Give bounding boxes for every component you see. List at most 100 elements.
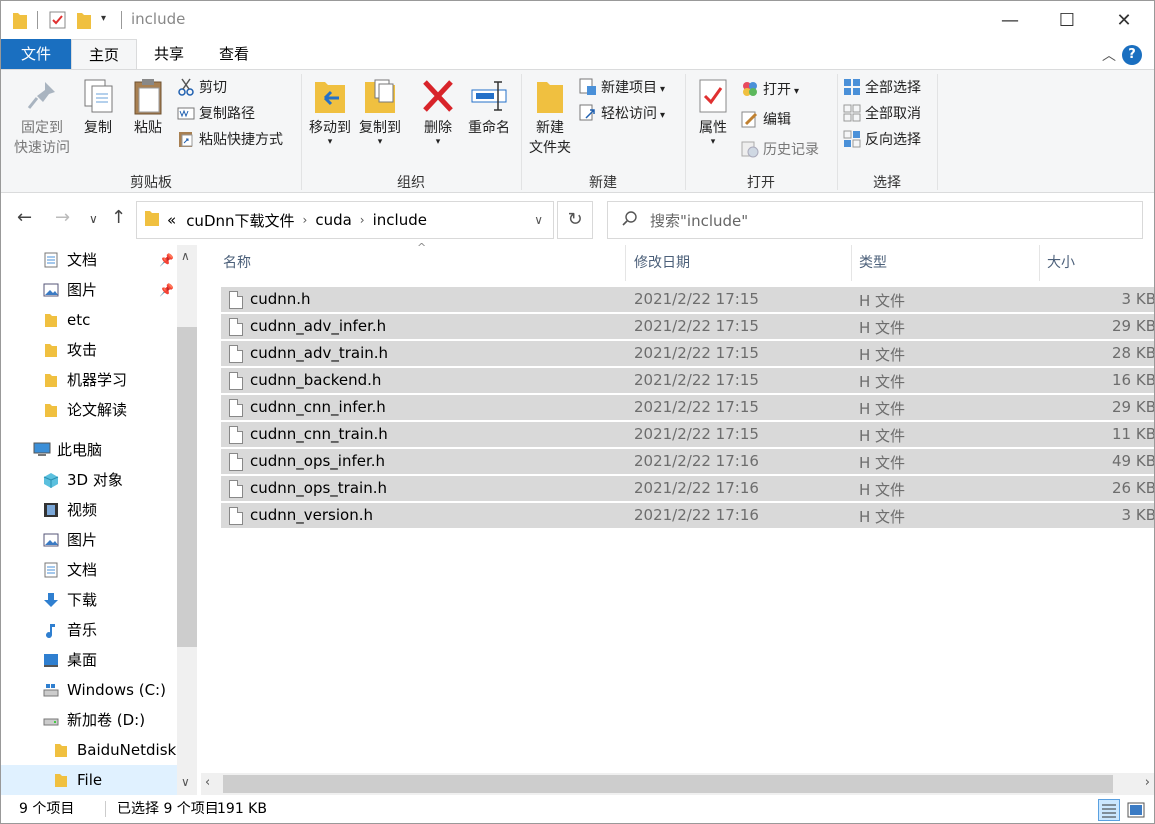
large-icons-view-icon[interactable] — [1125, 799, 1147, 821]
scroll-down-icon[interactable]: ∨ — [181, 775, 190, 789]
scroll-up-icon[interactable]: ∧ — [181, 249, 190, 263]
nav-item-folder[interactable]: File — [53, 765, 102, 795]
pin-quick-access-button[interactable]: 固定到 快速访问 — [9, 76, 75, 158]
move-to-button[interactable]: 移动到 ▾ — [305, 76, 355, 147]
easy-access-button[interactable]: 轻松访问 ▾ — [579, 102, 665, 126]
paste-button[interactable]: 粘贴 — [127, 76, 169, 138]
nav-item-documents[interactable]: 文档 — [43, 245, 97, 275]
rename-button[interactable]: 重命名 — [465, 76, 513, 138]
table-row[interactable]: cudnn_version.h 2021/2/22 17:16 H 文件 3 KB — [221, 503, 1154, 529]
history-button[interactable]: 历史记录 — [741, 138, 819, 162]
table-row[interactable]: cudnn.h 2021/2/22 17:15 H 文件 3 KB — [221, 287, 1154, 313]
paste-shortcut-button[interactable]: 粘贴快捷方式 — [177, 128, 283, 152]
nav-item-pictures[interactable]: 图片 — [43, 525, 97, 555]
search-input[interactable]: 搜索"include" — [650, 210, 748, 231]
scroll-right-icon[interactable]: › — [1145, 775, 1150, 790]
details-view-icon[interactable] — [1098, 799, 1120, 821]
column-header-date[interactable]: 修改日期 — [634, 245, 690, 281]
search-box[interactable]: 搜索"include" — [607, 201, 1143, 239]
nav-scrollbar[interactable]: ∧ ∨ — [177, 245, 197, 795]
column-header-size[interactable]: 大小 — [1047, 245, 1075, 281]
delete-button[interactable]: 删除 ▾ — [419, 76, 457, 147]
downloads-icon — [43, 588, 61, 607]
nav-item-desktop[interactable]: 桌面 — [43, 645, 97, 675]
nav-item-3d-objects[interactable]: 3D 对象 — [43, 465, 123, 495]
table-row[interactable]: cudnn_ops_train.h 2021/2/22 17:16 H 文件 26 K… — [221, 476, 1154, 502]
collapse-ribbon-icon[interactable]: ︿ — [1102, 45, 1116, 65]
breadcrumb-item[interactable]: cuda — [315, 211, 351, 229]
breadcrumb-chevron-icon[interactable]: › — [360, 213, 365, 227]
nav-item-folder[interactable]: BaiduNetdiskI — [53, 735, 181, 765]
horizontal-scrollbar[interactable]: ‹ › — [201, 773, 1154, 795]
open-button[interactable]: 打开 ▾ — [741, 78, 799, 102]
navigation-bar: ← → ∨ ↑ « cuDnn下载文件 › cuda › include ∨ ↻… — [1, 193, 1154, 245]
nav-item-videos[interactable]: 视频 — [43, 495, 97, 525]
table-row[interactable]: cudnn_backend.h 2021/2/22 17:15 H 文件 16 KB — [221, 368, 1154, 394]
new-folder-quick-icon[interactable] — [77, 11, 91, 33]
edit-button[interactable]: 编辑 — [741, 108, 791, 132]
nav-item-folder[interactable]: etc — [43, 305, 90, 335]
status-selection: 已选择 9 个项目 — [117, 801, 219, 817]
tab-file[interactable]: 文件 — [1, 39, 71, 69]
table-row[interactable]: cudnn_adv_train.h 2021/2/22 17:15 H 文件 28 K… — [221, 341, 1154, 367]
copy-path-icon — [177, 104, 195, 122]
nav-item-folder[interactable]: 攻击 — [43, 335, 97, 365]
folder-icon — [13, 11, 27, 33]
quick-access-dropdown-icon[interactable]: ▾ — [101, 13, 106, 24]
back-arrow-icon[interactable]: ← — [17, 207, 32, 228]
up-arrow-icon[interactable]: ↑ — [111, 207, 126, 228]
copy-path-button[interactable]: 复制路径 — [177, 102, 255, 126]
address-bar[interactable]: « cuDnn下载文件 › cuda › include ∨ — [136, 201, 554, 239]
tab-home[interactable]: 主页 — [71, 39, 137, 69]
tab-share[interactable]: 共享 — [137, 39, 201, 69]
invert-selection-button[interactable]: 反向选择 — [843, 128, 921, 152]
nav-item-drive-d[interactable]: 新加卷 (D:) — [43, 705, 145, 735]
file-icon — [229, 480, 243, 498]
copy-button[interactable]: 复制 — [77, 76, 119, 138]
documents-icon — [43, 558, 61, 578]
table-row[interactable]: cudnn_adv_infer.h 2021/2/22 17:15 H 文件 29 K… — [221, 314, 1154, 340]
nav-item-downloads[interactable]: 下载 — [43, 585, 97, 615]
breadcrumb-overflow[interactable]: « — [167, 211, 176, 229]
new-folder-button[interactable]: 新建 文件夹 — [525, 76, 575, 158]
horizontal-scrollbar-thumb[interactable] — [223, 775, 1113, 793]
nav-scrollbar-thumb[interactable] — [177, 327, 197, 647]
minimize-button[interactable]: — — [981, 1, 1039, 39]
recent-locations-chevron-icon[interactable]: ∨ — [89, 212, 98, 226]
tab-view[interactable]: 查看 — [201, 39, 267, 69]
pin-icon[interactable]: 📌 — [159, 253, 174, 267]
select-none-button[interactable]: 全部取消 — [843, 102, 921, 126]
copy-to-dropdown-icon: ▾ — [377, 137, 383, 147]
nav-item-drive-c[interactable]: Windows (C:) — [43, 675, 166, 705]
nav-item-folder[interactable]: 论文解读 — [43, 395, 127, 425]
forward-arrow-icon[interactable]: → — [55, 207, 70, 228]
table-row[interactable]: cudnn_cnn_infer.h 2021/2/22 17:15 H 文件 29 K… — [221, 395, 1154, 421]
scroll-left-icon[interactable]: ‹ — [205, 775, 210, 790]
new-item-button[interactable]: 新建项目 ▾ — [579, 76, 665, 100]
copy-to-button[interactable]: 复制到 ▾ — [355, 76, 405, 147]
select-all-button[interactable]: 全部选择 — [843, 76, 921, 100]
copy-icon — [79, 76, 117, 116]
cut-button[interactable]: 剪切 — [177, 76, 227, 100]
close-button[interactable]: ✕ — [1095, 1, 1153, 39]
table-row[interactable]: cudnn_cnn_train.h 2021/2/22 17:15 H 文件 11 K… — [221, 422, 1154, 448]
breadcrumb-item[interactable]: include — [373, 211, 427, 229]
column-header-name[interactable]: 名称 — [223, 245, 251, 281]
maximize-button[interactable]: ☐ — [1038, 1, 1096, 39]
help-icon[interactable]: ? — [1122, 45, 1142, 65]
table-row[interactable]: cudnn_ops_infer.h 2021/2/22 17:16 H 文件 49 K… — [221, 449, 1154, 475]
properties-button[interactable]: 属性 ▾ — [691, 76, 735, 147]
column-header-type[interactable]: 类型 — [859, 245, 887, 281]
folder-icon — [43, 368, 61, 387]
nav-item-documents[interactable]: 文档 — [43, 555, 97, 585]
breadcrumb-item[interactable]: cuDnn下载文件 — [186, 210, 294, 231]
nav-item-this-pc[interactable]: 此电脑 — [33, 435, 102, 465]
pin-icon[interactable]: 📌 — [159, 283, 174, 297]
nav-item-folder[interactable]: 机器学习 — [43, 365, 127, 395]
address-dropdown-icon[interactable]: ∨ — [534, 213, 543, 227]
refresh-icon[interactable]: ↻ — [557, 201, 593, 239]
nav-item-music[interactable]: 音乐 — [43, 615, 97, 645]
breadcrumb-chevron-icon[interactable]: › — [303, 213, 308, 227]
nav-item-pictures[interactable]: 图片 — [43, 275, 97, 305]
properties-quick-icon[interactable] — [49, 11, 67, 33]
